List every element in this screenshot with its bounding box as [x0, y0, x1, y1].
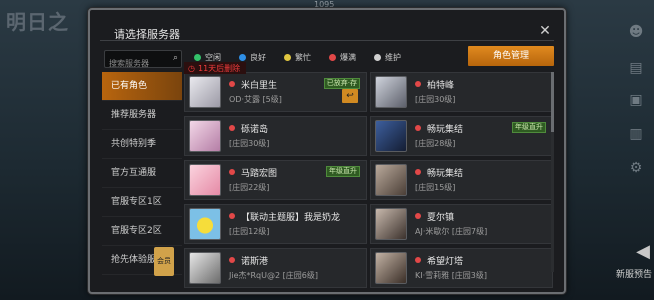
status-full-icon: [229, 213, 235, 219]
role-info: OD·艾露 [5级]: [229, 95, 282, 104]
server-card[interactable]: 希望灯塔 KI·雪莉雅 [庄园3级]: [370, 248, 553, 288]
gift-icon[interactable]: ▣: [624, 92, 648, 114]
avatar: [189, 164, 221, 196]
status-full-icon: [229, 257, 235, 263]
member-badge: 会员: [154, 247, 174, 276]
notice-icon[interactable]: ▤: [624, 60, 648, 82]
server-name: 马踏宏图: [241, 169, 278, 179]
sidebar-item-early-access[interactable]: 抢先体验服 会员: [102, 246, 182, 276]
status-full-icon: [415, 257, 421, 263]
search-icon[interactable]: ⌕: [173, 53, 178, 63]
search-box: ⌕: [104, 50, 182, 72]
server-tag: 已放弃·存: [323, 78, 360, 89]
role-info: AJ·米歇尔 [庄园7级]: [415, 227, 488, 236]
scrollbar[interactable]: [551, 72, 554, 272]
server-name: 【联动主题服】我是奶龙: [241, 213, 341, 223]
status-full-icon: [229, 81, 235, 87]
profile-icon[interactable]: ☻: [624, 24, 648, 46]
right-toolbar: ☻ ▤ ▣ ▥ ⚙ ◀ 新服预告: [584, 0, 654, 300]
clock-icon: ◷: [188, 63, 195, 73]
status-full-icon: [415, 125, 421, 131]
server-card[interactable]: 米白里生 OD·艾露 [5级] 已放弃·存 ↩: [184, 72, 367, 112]
sidebar-item-official-1[interactable]: 官服专区1区: [102, 188, 182, 217]
server-name: 夏尔镇: [427, 213, 455, 223]
avatar: [189, 120, 221, 152]
role-info: Jie杰*RqU@2 [庄园6级]: [229, 271, 318, 280]
background-game-title: 明日之: [6, 10, 69, 34]
avatar: [375, 120, 407, 152]
new-server-preview-button[interactable]: 新服预告: [616, 267, 652, 280]
avatar: [375, 76, 407, 108]
settings-icon[interactable]: ⚙: [624, 160, 648, 182]
role-info: [庄园30级]: [229, 139, 270, 148]
sidebar-item-recommended[interactable]: 推荐服务器: [102, 101, 182, 130]
role-info: KI·雪莉雅 [庄园3级]: [415, 271, 488, 280]
avatar: [375, 208, 407, 240]
good-dot-icon: [239, 54, 246, 61]
role-management-button[interactable]: 角色管理: [468, 46, 554, 66]
role-info: [庄园22级]: [229, 183, 270, 192]
server-tag: 年级直升: [326, 166, 360, 177]
server-name: 砾诺岛: [241, 125, 269, 135]
role-info: [庄园12级]: [229, 227, 270, 236]
chat-icon[interactable]: ▥: [624, 126, 648, 148]
sidebar-item-existing-roles[interactable]: 已有角色: [102, 72, 182, 101]
server-name: 诺斯港: [241, 257, 269, 267]
server-card[interactable]: 诺斯港 Jie杰*RqU@2 [庄园6级]: [184, 248, 367, 288]
server-card[interactable]: 【联动主题服】我是奶龙 [庄园12级]: [184, 204, 367, 244]
avatar: [375, 252, 407, 284]
status-full-icon: [415, 81, 421, 87]
server-card[interactable]: 砾诺岛 [庄园30级]: [184, 116, 367, 156]
delete-countdown: ◷ 11天后删除: [184, 62, 247, 74]
avatar: [375, 164, 407, 196]
scroll-thumb[interactable]: [551, 72, 554, 132]
role-info: [庄园30级]: [415, 95, 456, 104]
server-card[interactable]: 马踏宏图 [庄园22级] 年级直升: [184, 160, 367, 200]
server-select-dialog: 请选择服务器 ✕ ⌕ 空闲 良好 繁忙 爆满 维护 角色管理 已有角色 推荐服务…: [88, 8, 566, 294]
role-info: [庄园28级]: [415, 139, 456, 148]
busy-dot-icon: [284, 54, 291, 61]
server-name: 柏特峰: [427, 81, 455, 91]
server-tag: 年级直升: [512, 122, 546, 133]
legend-maintenance: 维护: [374, 52, 401, 63]
role-info: [庄园15级]: [415, 183, 456, 192]
status-full-icon: [415, 213, 421, 219]
divider: [100, 40, 554, 41]
server-name: 畅玩集结: [427, 125, 464, 135]
legend-busy: 繁忙: [284, 52, 311, 63]
status-full-icon: [415, 169, 421, 175]
legend-full: 爆满: [329, 52, 356, 63]
server-card[interactable]: 畅玩集结 [庄园15级]: [370, 160, 553, 200]
avatar: [189, 208, 221, 240]
server-name: 米白里生: [241, 81, 278, 91]
server-name: 畅玩集结: [427, 169, 464, 179]
speaker-icon[interactable]: ◀: [636, 241, 650, 262]
avatar: [189, 76, 221, 108]
status-full-icon: [229, 125, 235, 131]
server-category-sidebar: 已有角色 推荐服务器 共创特别季 官方互通服 官服专区1区 官服专区2区 抢先体…: [102, 72, 182, 282]
server-card[interactable]: 畅玩集结 [庄园28级] 年级直升: [370, 116, 553, 156]
close-icon[interactable]: ✕: [536, 22, 554, 40]
server-card[interactable]: 柏特峰 [庄园30级]: [370, 72, 553, 112]
maintenance-dot-icon: [374, 54, 381, 61]
full-dot-icon: [329, 54, 336, 61]
sidebar-item-official-2[interactable]: 官服专区2区: [102, 217, 182, 246]
sidebar-item-co-creation[interactable]: 共创特别季: [102, 130, 182, 159]
sidebar-item-interop[interactable]: 官方互通服: [102, 159, 182, 188]
search-input[interactable]: [105, 55, 167, 72]
server-grid: 米白里生 OD·艾露 [5级] 已放弃·存 ↩ 柏特峰 [庄园30级] 砾诺岛 …: [184, 72, 554, 288]
server-card[interactable]: 夏尔镇 AJ·米歇尔 [庄园7级]: [370, 204, 553, 244]
sidebar-item-label: 抢先体验服: [111, 255, 157, 265]
status-full-icon: [229, 169, 235, 175]
undo-icon[interactable]: ↩: [342, 89, 358, 103]
server-name: 希望灯塔: [427, 257, 464, 267]
idle-dot-icon: [194, 54, 201, 61]
avatar: [189, 252, 221, 284]
